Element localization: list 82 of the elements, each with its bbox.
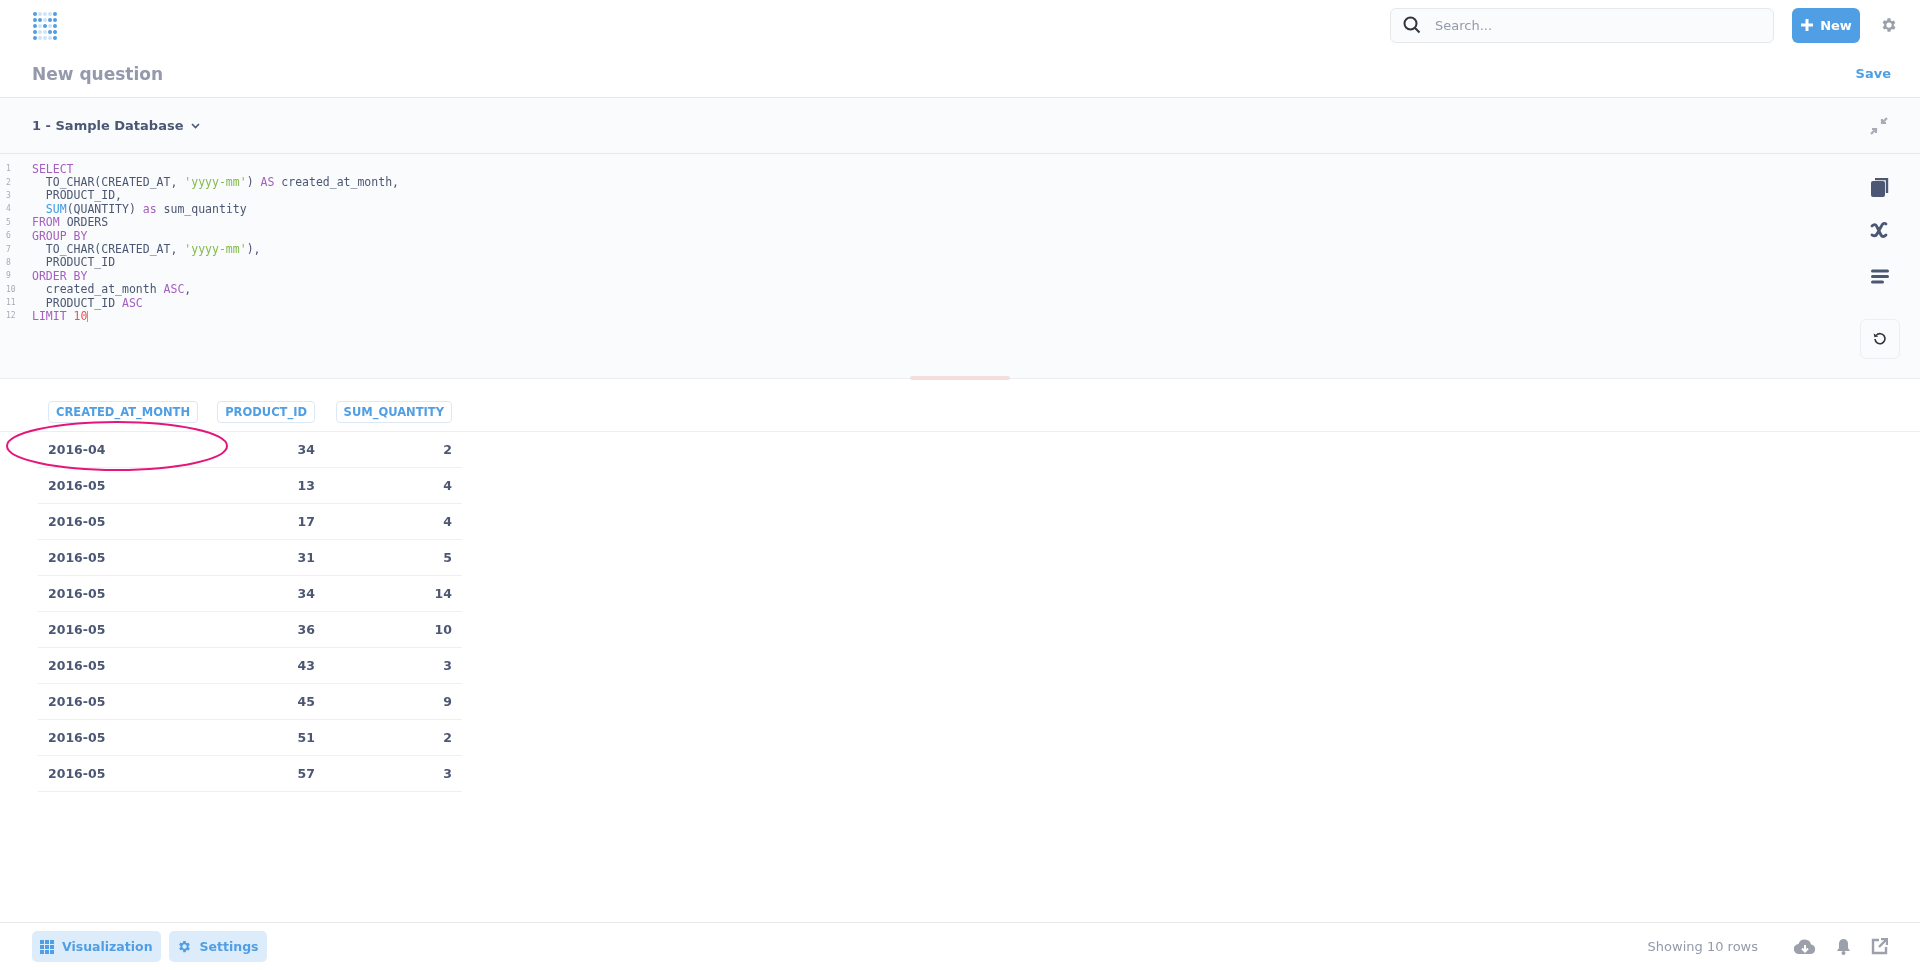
search-icon xyxy=(1403,16,1421,34)
table-cell-text: 3 xyxy=(442,658,453,673)
database-picker[interactable]: 1 - Sample Database xyxy=(32,118,201,133)
table-cell-text: 2016-05 xyxy=(47,730,107,745)
table-cell-text: 13 xyxy=(296,478,316,493)
table-cell-text: 5 xyxy=(442,550,453,565)
settings-icon[interactable] xyxy=(1880,16,1898,34)
footer-button[interactable]: Visualization xyxy=(32,931,161,962)
line-number: 1 xyxy=(5,164,12,174)
refresh-button[interactable] xyxy=(1860,319,1900,359)
code-line[interactable]: TO_CHAR(CREATED_AT, 'yyyy-mm'), xyxy=(32,242,261,257)
code-line[interactable]: SUM(QUANTITY) as sum_quantity xyxy=(32,201,247,216)
code-line[interactable]: ORDER BY xyxy=(32,268,88,283)
code-line[interactable]: PRODUCT_ID, xyxy=(32,188,122,203)
code-line[interactable]: SELECT xyxy=(32,161,74,176)
column-header[interactable]: PRODUCT_ID xyxy=(217,401,315,423)
table-cell-text: 4 xyxy=(442,514,453,529)
download-icon[interactable] xyxy=(1794,938,1816,955)
code-line[interactable]: GROUP BY xyxy=(32,228,88,243)
refresh-icon xyxy=(1873,332,1887,346)
chevron-icon xyxy=(191,122,201,129)
line-number: 11 xyxy=(5,298,17,308)
line-number: 7 xyxy=(5,244,12,254)
new-button[interactable]: New xyxy=(1792,7,1860,43)
table-cell-text: 2016-05 xyxy=(47,622,107,637)
grid-icon xyxy=(40,939,54,954)
table-cell-text: 4 xyxy=(442,478,453,493)
table-cell-text: 43 xyxy=(296,658,316,673)
table-cell-text: 2016-04 xyxy=(47,442,107,457)
line-number: 12 xyxy=(5,311,17,321)
table-cell-text: 57 xyxy=(296,766,316,781)
table-cell-text: 2016-05 xyxy=(47,694,107,709)
row-count: Showing 10 rows xyxy=(1647,939,1758,954)
column-header[interactable]: CREATED_AT_MONTH xyxy=(48,401,199,423)
line-number: 10 xyxy=(5,284,17,294)
search-input[interactable]: Search... xyxy=(1433,16,1761,34)
external-link-icon[interactable] xyxy=(1871,938,1888,955)
table-cell-text: 34 xyxy=(296,442,316,457)
code-line[interactable]: PRODUCT_ID ASC xyxy=(32,295,143,310)
table-cell-text: 9 xyxy=(442,694,453,709)
variable-icon[interactable] xyxy=(1870,221,1890,239)
table-cell-text: 34 xyxy=(296,586,316,601)
table-cell-text: 2016-05 xyxy=(47,514,107,529)
bell-icon[interactable] xyxy=(1836,938,1851,955)
code-line[interactable]: PRODUCT_ID xyxy=(32,255,116,270)
table-cell-text: 10 xyxy=(433,622,453,637)
table-cell-text: 2016-05 xyxy=(47,586,107,601)
code-line[interactable]: created_at_month ASC, xyxy=(32,282,192,297)
table-cell-text: 51 xyxy=(296,730,316,745)
search-field[interactable]: Search... xyxy=(1390,7,1774,43)
code-line[interactable]: TO_CHAR(CREATED_AT, 'yyyy-mm') AS created_at_month, xyxy=(32,175,399,190)
table-cell-text: 3 xyxy=(442,766,453,781)
code-line[interactable]: FROM ORDERS xyxy=(32,215,109,230)
table-cell-text: 17 xyxy=(296,514,316,529)
table-cell-text: 31 xyxy=(296,550,316,565)
gear-icon xyxy=(176,939,192,954)
line-number: 3 xyxy=(5,190,12,200)
question-title: New question xyxy=(32,63,165,84)
table-cell-text: 2 xyxy=(442,730,453,745)
text-cursor xyxy=(87,310,89,322)
table-cell-text: 36 xyxy=(296,622,316,637)
line-number: 4 xyxy=(5,204,12,214)
line-number: 6 xyxy=(5,231,12,241)
save-link[interactable]: Save xyxy=(1855,66,1891,81)
code-line[interactable]: LIMIT 10 xyxy=(32,309,89,323)
table-cell-text: 14 xyxy=(433,586,453,601)
line-number: 5 xyxy=(5,217,12,227)
table-cell-text: 2016-05 xyxy=(47,766,107,781)
table-cell-text: 45 xyxy=(296,694,316,709)
plus-icon xyxy=(1800,18,1815,32)
collapse-icon[interactable] xyxy=(1870,116,1888,135)
column-header[interactable]: SUM_QUANTITY xyxy=(335,401,452,423)
snippet-icon[interactable] xyxy=(1871,269,1889,284)
table-cell-text: 2 xyxy=(442,442,453,457)
line-number: 9 xyxy=(5,271,12,281)
table-cell-text: 2016-05 xyxy=(47,658,107,673)
table-cell-text: 2016-05 xyxy=(47,478,107,493)
logo-icon[interactable] xyxy=(32,9,58,43)
footer-button[interactable]: Settings xyxy=(168,931,267,962)
line-number: 8 xyxy=(5,257,12,267)
line-number: 2 xyxy=(5,177,12,187)
table-cell-text: 2016-05 xyxy=(47,550,107,565)
